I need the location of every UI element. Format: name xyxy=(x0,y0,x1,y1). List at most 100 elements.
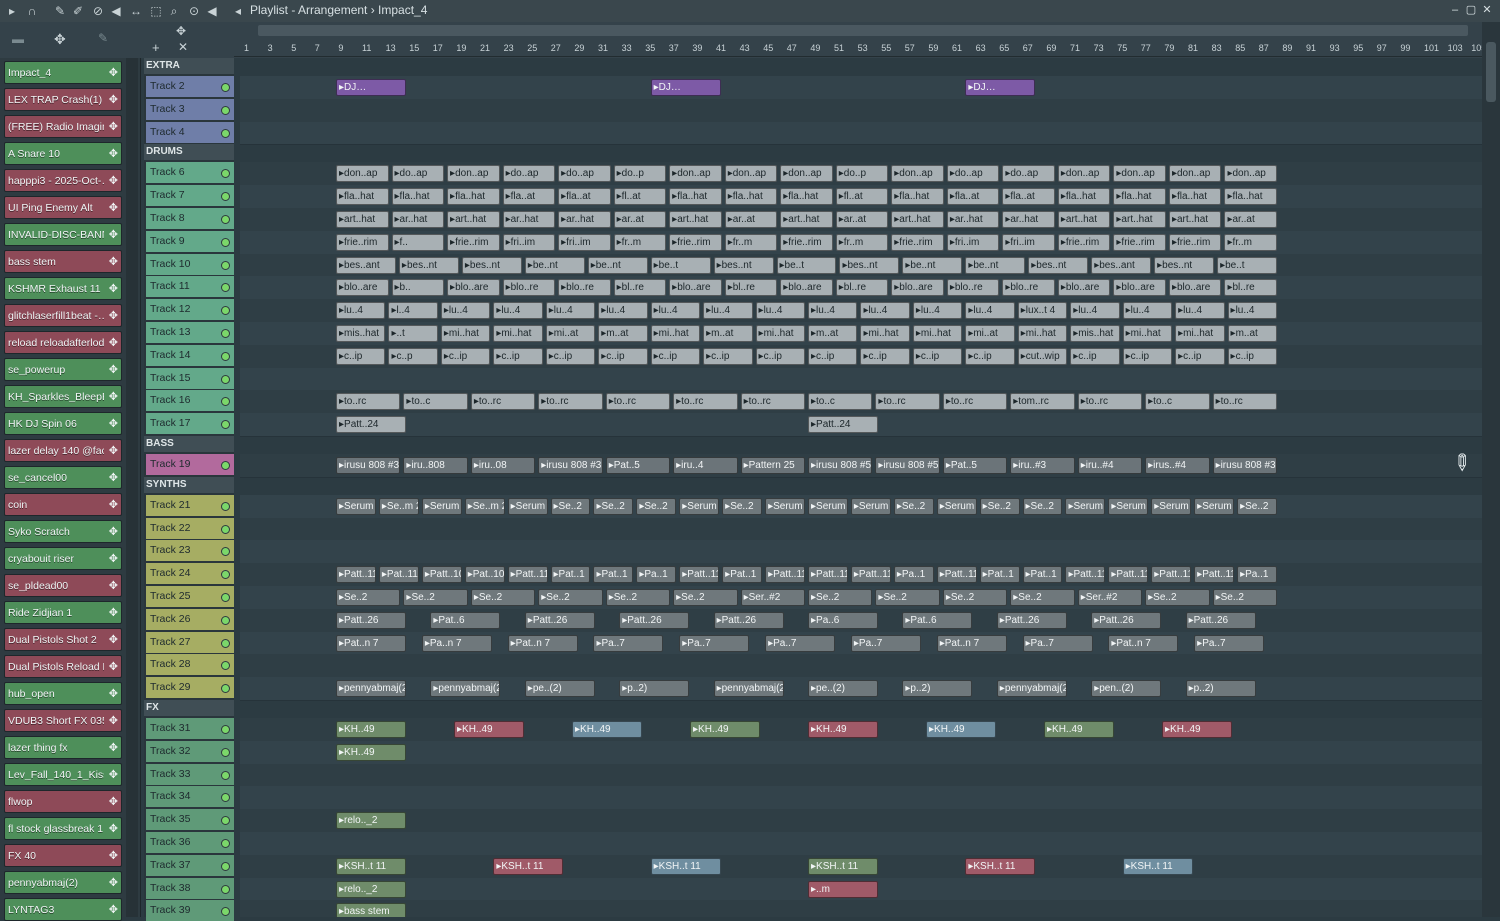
playlist-clip[interactable]: ▸art..hat xyxy=(1113,211,1166,228)
track-group-header[interactable]: SYNTHS xyxy=(144,476,234,493)
playlist-clip[interactable]: ▸Se..2 xyxy=(403,589,468,606)
playlist-clip[interactable]: ▸KH..49 xyxy=(572,721,642,738)
playlist-clip[interactable]: ▸Patt..11 xyxy=(1194,566,1235,584)
playlist-clip[interactable]: ▸do..ap xyxy=(946,165,1000,183)
playlist-clip[interactable]: ▸p..2) xyxy=(619,680,690,698)
playlist-clip[interactable]: ▸Pat..1 xyxy=(722,566,763,584)
playlist-clip[interactable]: ▸blo..are xyxy=(1113,279,1166,297)
playlist-clip[interactable]: ▸KH..49 xyxy=(336,721,406,738)
playlist-clip[interactable]: ▸Pa..7 xyxy=(1194,634,1265,652)
drag-handle-icon[interactable]: ✥ xyxy=(109,660,118,673)
drag-handle-icon[interactable]: ✥ xyxy=(109,552,118,565)
playlist-clip[interactable]: ▸fla..at xyxy=(1002,188,1055,206)
playlist-clip[interactable]: ▸KH..49 xyxy=(336,743,406,761)
playlist-clip[interactable]: ▸to..rc xyxy=(1212,393,1277,411)
playlist-clip[interactable]: ▸m..at xyxy=(703,325,753,342)
playlist-clip[interactable]: ▸lu..4 xyxy=(755,302,805,320)
select-icon[interactable]: ⬚ xyxy=(148,3,164,19)
playlist-clip[interactable]: ▸KH..49 xyxy=(1162,721,1232,738)
playlist-clip[interactable]: ▸mi..hat xyxy=(755,325,805,342)
track-group-header[interactable]: DRUMS xyxy=(144,144,234,161)
track-enable-led[interactable] xyxy=(221,397,230,407)
picker-item[interactable]: se_powerup ✥ xyxy=(4,358,122,381)
drag-handle-icon[interactable]: ✥ xyxy=(109,444,118,457)
track-lane[interactable] xyxy=(240,763,1482,788)
playlist-clip[interactable]: ▸pen..(2) xyxy=(1091,680,1162,698)
playlist-clip[interactable]: ▸Serum 2 xyxy=(679,497,720,515)
track-header[interactable]: Track 22 xyxy=(146,517,234,539)
playlist-clip[interactable]: ▸be..t xyxy=(1217,256,1277,274)
playlist-clip[interactable]: ▸bes..ant xyxy=(336,256,396,274)
track-header[interactable]: Track 11 xyxy=(146,276,234,298)
playlist-clip[interactable]: ▸to..rc xyxy=(1077,393,1143,411)
playlist-clip[interactable]: ▸c..ip xyxy=(1070,347,1120,365)
track-lane[interactable] xyxy=(240,517,1482,542)
playlist-clip[interactable]: ▸to..c xyxy=(403,393,468,411)
picker-item[interactable]: UI Ping Enemy Alt ✥ xyxy=(4,196,122,219)
playlist-clip[interactable]: ▸relo.._2 xyxy=(336,880,406,898)
track-enable-led[interactable] xyxy=(221,237,230,247)
track-enable-led[interactable] xyxy=(221,83,230,92)
playlist-clip[interactable]: ▸lu..4 xyxy=(1122,302,1173,320)
track-lane[interactable] xyxy=(240,900,1482,917)
track-enable-led[interactable] xyxy=(221,570,230,580)
playlist-clip[interactable]: ▸blo..re xyxy=(558,279,611,297)
track-group-header[interactable]: BASS xyxy=(144,436,234,452)
playlist-clip[interactable]: ▸Serum 2 xyxy=(421,497,462,515)
playlist-clip[interactable]: ▸irusu 808 #3 xyxy=(538,457,603,474)
playlist-clip[interactable]: ▸blo..re xyxy=(946,279,1000,297)
picker-item[interactable]: (FREE) Radio Imaging… ✥ xyxy=(4,115,122,138)
pencil-icon[interactable]: ✎ xyxy=(98,31,108,45)
playlist-clip[interactable]: ▸to..rc xyxy=(470,393,536,411)
playlist-clip[interactable]: ▸Pa..1 xyxy=(893,566,934,584)
picker-item[interactable]: hub_open ✥ xyxy=(4,682,122,705)
playlist-clip[interactable]: ▸lu..4 xyxy=(1227,302,1277,320)
playlist-clip[interactable]: ▸c..ip xyxy=(1175,347,1225,365)
playlist-clip[interactable]: ▸blo..re xyxy=(502,279,556,297)
playback-icon[interactable]: ◀ xyxy=(204,3,220,19)
playlist-clip[interactable]: ▸fl..at xyxy=(835,188,889,206)
playlist-clip[interactable]: ▸Se..2 xyxy=(1237,497,1277,515)
playlist-clip[interactable]: ▸don..ap xyxy=(336,165,389,183)
playlist-clip[interactable]: ▸ar..at xyxy=(1224,211,1277,228)
playlist-clip[interactable]: ▸Patt..26 xyxy=(524,611,595,629)
picker-item[interactable]: coin ✥ xyxy=(4,493,122,516)
playlist-clip[interactable]: ▸lu..4 xyxy=(1175,302,1225,320)
playlist-clip[interactable]: ▸frie..rim xyxy=(447,233,500,251)
playlist-clip[interactable]: ▸fri..im xyxy=(946,233,1000,251)
playlist-clip[interactable]: ▸Se..2 xyxy=(673,589,738,606)
minimize-icon[interactable]: – xyxy=(1448,2,1462,18)
playlist-clip[interactable]: ▸Ser..#2 xyxy=(1077,589,1143,606)
playlist-clip[interactable]: ▸mi..at xyxy=(545,325,596,342)
playlist-clip[interactable]: ▸c..ip xyxy=(808,347,858,365)
playlist-clip[interactable]: ▸mi..hat xyxy=(493,325,543,342)
playlist-clip[interactable]: ▸Patt..26 xyxy=(619,611,690,629)
playlist-clip[interactable]: ▸fla..hat xyxy=(447,188,500,206)
playlist-clip[interactable]: ▸Patt..26 xyxy=(1091,611,1162,629)
track-enable-led[interactable] xyxy=(221,907,230,917)
playlist-clip[interactable]: ▸l..4 xyxy=(388,302,438,320)
track-header[interactable]: Track 14 xyxy=(146,344,234,366)
zoom-icon[interactable]: ⌕ xyxy=(166,3,182,19)
playlist-clip[interactable]: ▸fri..im xyxy=(502,233,556,251)
picker-item[interactable]: INVALID-DISC-BANNER ✥ xyxy=(4,223,122,246)
playlist-clip[interactable]: ▸mi..hat xyxy=(912,325,963,342)
playlist-clip[interactable]: ▸fla..hat xyxy=(891,188,944,206)
snap-icon[interactable]: ▬ xyxy=(12,32,24,46)
playlist-clip[interactable]: ▸Patt..11 xyxy=(1151,566,1192,584)
playlist-clip[interactable]: ▸bl..re xyxy=(724,279,778,297)
playlist-clip[interactable]: ▸c..ip xyxy=(493,347,543,365)
playlist-clip[interactable]: ▸Se..2 xyxy=(550,497,591,515)
drag-handle-icon[interactable]: ✥ xyxy=(109,363,118,376)
playlist-clip[interactable]: ▸irusu 808 #5 xyxy=(875,457,940,474)
playlist-clip[interactable]: ▸lu..4 xyxy=(650,302,701,320)
timeline-ruler[interactable]: 1 3 5 7 9 11 13 15 17 19 21 23 25 27 29 31 33 35 37 39 41 43 4… xyxy=(234,40,1486,57)
playlist-clip[interactable]: ▸ar..hat xyxy=(502,211,556,228)
track-enable-led[interactable] xyxy=(221,615,230,625)
playlist-clip[interactable]: ▸Pa..7 xyxy=(1022,634,1093,652)
playlist-grid[interactable]: ▸DJ… ▸DJ… ▸DJ… ▸don..ap ▸do..ap ▸don..ap ▸do..… xyxy=(240,58,1482,917)
vertical-scrollbar[interactable] xyxy=(1482,22,1500,917)
picker-item[interactable]: LEX TRAP Crash(1) ✥ xyxy=(4,88,122,111)
playlist-clip[interactable]: ▸KSH..t 11 xyxy=(965,857,1036,875)
playlist-clip[interactable]: ▸lu..4 xyxy=(1070,302,1120,320)
